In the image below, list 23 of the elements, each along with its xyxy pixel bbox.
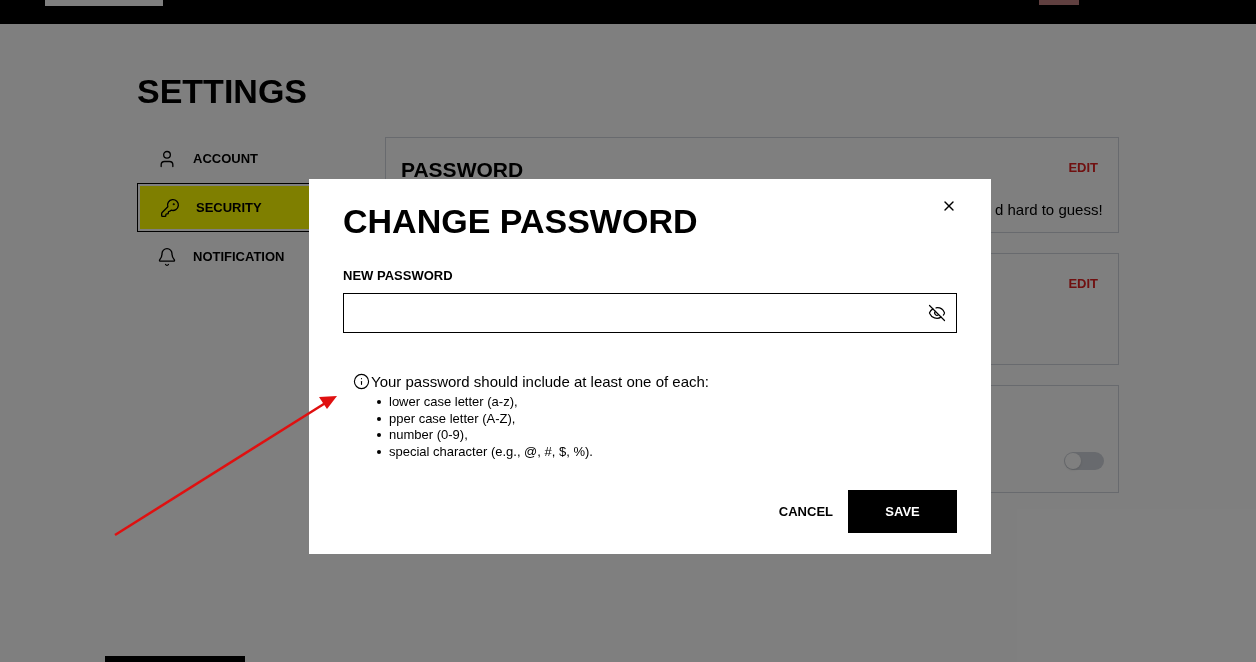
eye-slash-icon[interactable] <box>928 303 946 322</box>
page-title: SETTINGS <box>137 74 309 108</box>
rule-text: lower case letter (a-z), <box>389 394 518 411</box>
card-text: d hard to guess! <box>995 200 1103 220</box>
save-button[interactable]: SAVE <box>848 490 957 533</box>
bullet-icon <box>377 400 381 405</box>
edit-link[interactable]: EDIT <box>1068 274 1098 294</box>
card-title: PASSWORD <box>401 157 524 183</box>
toggle-switch[interactable] <box>1064 452 1104 470</box>
edit-link[interactable]: EDIT <box>1068 158 1098 178</box>
bell-icon <box>157 246 177 267</box>
info-icon <box>353 373 370 391</box>
key-icon <box>160 197 180 218</box>
field-label: NEW PASSWORD <box>343 267 454 285</box>
bullet-icon <box>377 433 381 438</box>
sidebar-item[interactable]: ACCOUNT <box>137 137 385 180</box>
rule-text: special character (e.g., @, #, $, %). <box>389 443 593 460</box>
rule-text: number (0-9), <box>389 427 468 444</box>
bullet-icon <box>377 449 381 454</box>
hint-text: Your password should include at least one of each: <box>371 371 709 392</box>
bullet-icon <box>377 416 381 421</box>
rule-text: pper case letter (A-Z), <box>389 410 516 427</box>
password-field[interactable] <box>343 292 957 333</box>
